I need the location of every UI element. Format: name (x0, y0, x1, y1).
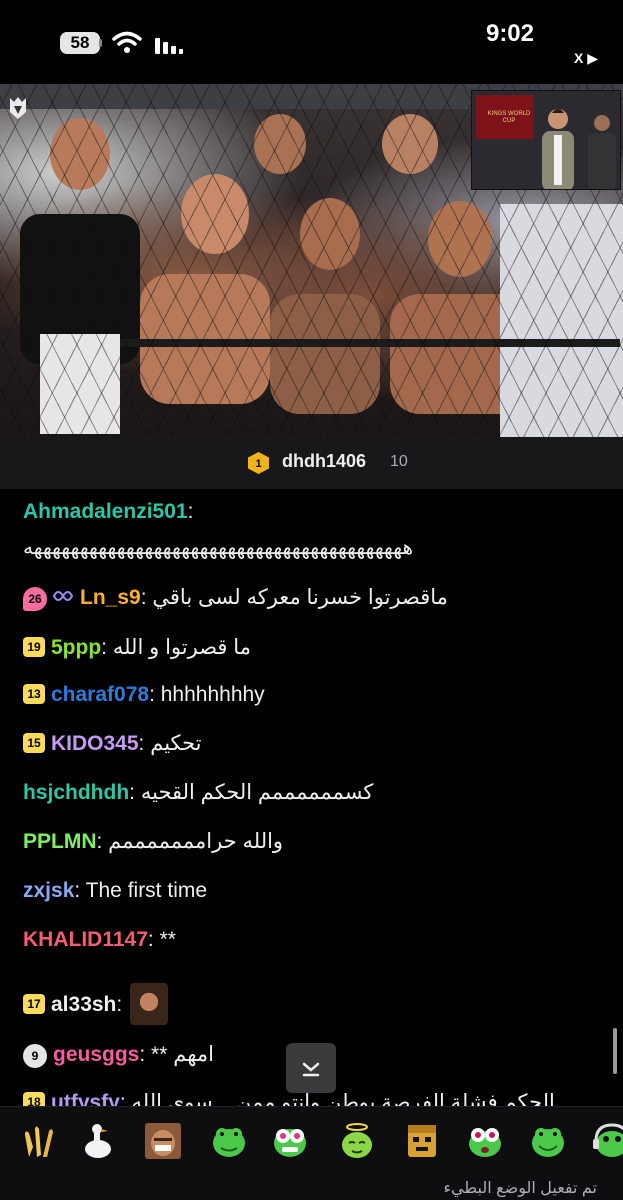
battery-nub (99, 39, 102, 47)
video-player[interactable]: KINGS WORLD CUP (0, 84, 623, 437)
chat-message: 26 Ln_s9: ماقصرتوا خسرنا معركه لسى باقي (23, 585, 608, 611)
frog-dizzy-emote[interactable] (270, 1121, 310, 1161)
chevron-down-icon (302, 1062, 320, 1077)
chat-username[interactable]: Ahmadalenzi501 (23, 500, 188, 523)
slow-mode-footer: تم تفعيل الوضع البطيء (0, 1174, 623, 1200)
chat-username[interactable]: geusggs (53, 1043, 139, 1066)
sub-badge: 17 (23, 994, 45, 1014)
sub-badge: 15 (23, 733, 45, 753)
clock: 9:02 (485, 20, 535, 47)
chat-username[interactable]: KHALID1147 (23, 928, 148, 951)
battery-indicator: 58 (60, 32, 100, 54)
chat-message: KHALID1147: ** (23, 928, 176, 951)
pip-stage-screen: KINGS WORLD CUP (476, 95, 534, 139)
svg-text:1: 1 (255, 458, 261, 470)
chat-message: 15 KIDO345: تحكيم (23, 731, 608, 757)
sub-badge: 19 (23, 637, 45, 657)
frog-emote[interactable] (209, 1121, 249, 1161)
picture-in-picture-camera[interactable]: KINGS WORLD CUP (471, 90, 621, 190)
slow-mode-text: تم تفعيل الوضع البطيء (443, 1180, 597, 1197)
laughing-man-emote[interactable] (143, 1121, 183, 1161)
sub-badge: 9 (23, 1044, 47, 1068)
chat-username[interactable]: KIDO345 (51, 732, 139, 755)
second-person-figure (588, 115, 616, 189)
chat-username[interactable]: 5ppp (51, 636, 101, 659)
top-viewer-count: 10 (390, 453, 408, 470)
chat-username[interactable]: PPLMN (23, 830, 97, 853)
sub-badge: 18 (23, 1092, 45, 1106)
chat-username[interactable]: hsjchdhdh (23, 781, 129, 804)
chat-message: Ahmadalenzi501: (23, 500, 194, 523)
frog-shocked-emote[interactable] (465, 1121, 505, 1161)
chat-message: zxjsk: The first time (23, 879, 208, 902)
chat-username[interactable]: al33sh (51, 993, 116, 1016)
chat-username[interactable]: charaf078 (51, 683, 149, 706)
wifi-icon (112, 31, 142, 53)
emote-bar (0, 1106, 623, 1174)
ribbon-badge-icon (52, 591, 74, 601)
sub-badge: 13 (23, 684, 45, 704)
chat-message: 13 charaf078: hhhhhhhhy (23, 682, 608, 708)
sub-badge: 26 (23, 587, 47, 611)
chat-message: hsjchdhdh: كسممممممم الحكم القحيه (23, 781, 374, 804)
scroll-to-latest-button[interactable] (286, 1043, 336, 1093)
chat-message: PPLMN: والله حرامممممممم (23, 830, 284, 853)
chat-username[interactable]: Ln_s9 (80, 586, 141, 609)
box-face-emote[interactable] (402, 1121, 442, 1161)
chat-username[interactable]: zxjsk (23, 879, 74, 902)
kings-league-logo (10, 97, 26, 119)
signal-icon (155, 38, 183, 54)
top-viewer-strip[interactable]: 1 dhdh1406 10 (0, 437, 623, 489)
pip-stage-text: KINGS WORLD CUP (487, 111, 531, 124)
chat-list[interactable]: Ahmadalenzi501: هههههههههههههههههههههههه… (0, 489, 623, 1106)
frog-headphones-emote[interactable] (592, 1121, 623, 1161)
chat-message: 19 5ppp: ما قصرتوا و الله (23, 635, 608, 661)
top-viewer-name[interactable]: dhdh1406 (282, 451, 366, 472)
rank-badge-icon: 1 (248, 452, 269, 474)
clap-hands-emote[interactable] (19, 1121, 59, 1161)
streamer-figure (542, 109, 574, 189)
halo-emote[interactable] (337, 1121, 377, 1161)
goose-emote[interactable] (78, 1121, 118, 1161)
frog-smile-emote[interactable] (528, 1121, 568, 1161)
chat-message: 17 al33sh: (23, 983, 608, 1025)
status-bar: 58 9:02 X ▶ (0, 0, 623, 84)
chat-username[interactable]: utfysfy (51, 1091, 120, 1106)
chat-scrollbar[interactable] (613, 1028, 617, 1074)
back-to-app-link[interactable]: X ▶ (574, 50, 598, 67)
chat-emote-face (130, 983, 169, 1025)
chat-message-text: هههههههههههههههههههههههههههههههههههههههه… (23, 537, 414, 559)
